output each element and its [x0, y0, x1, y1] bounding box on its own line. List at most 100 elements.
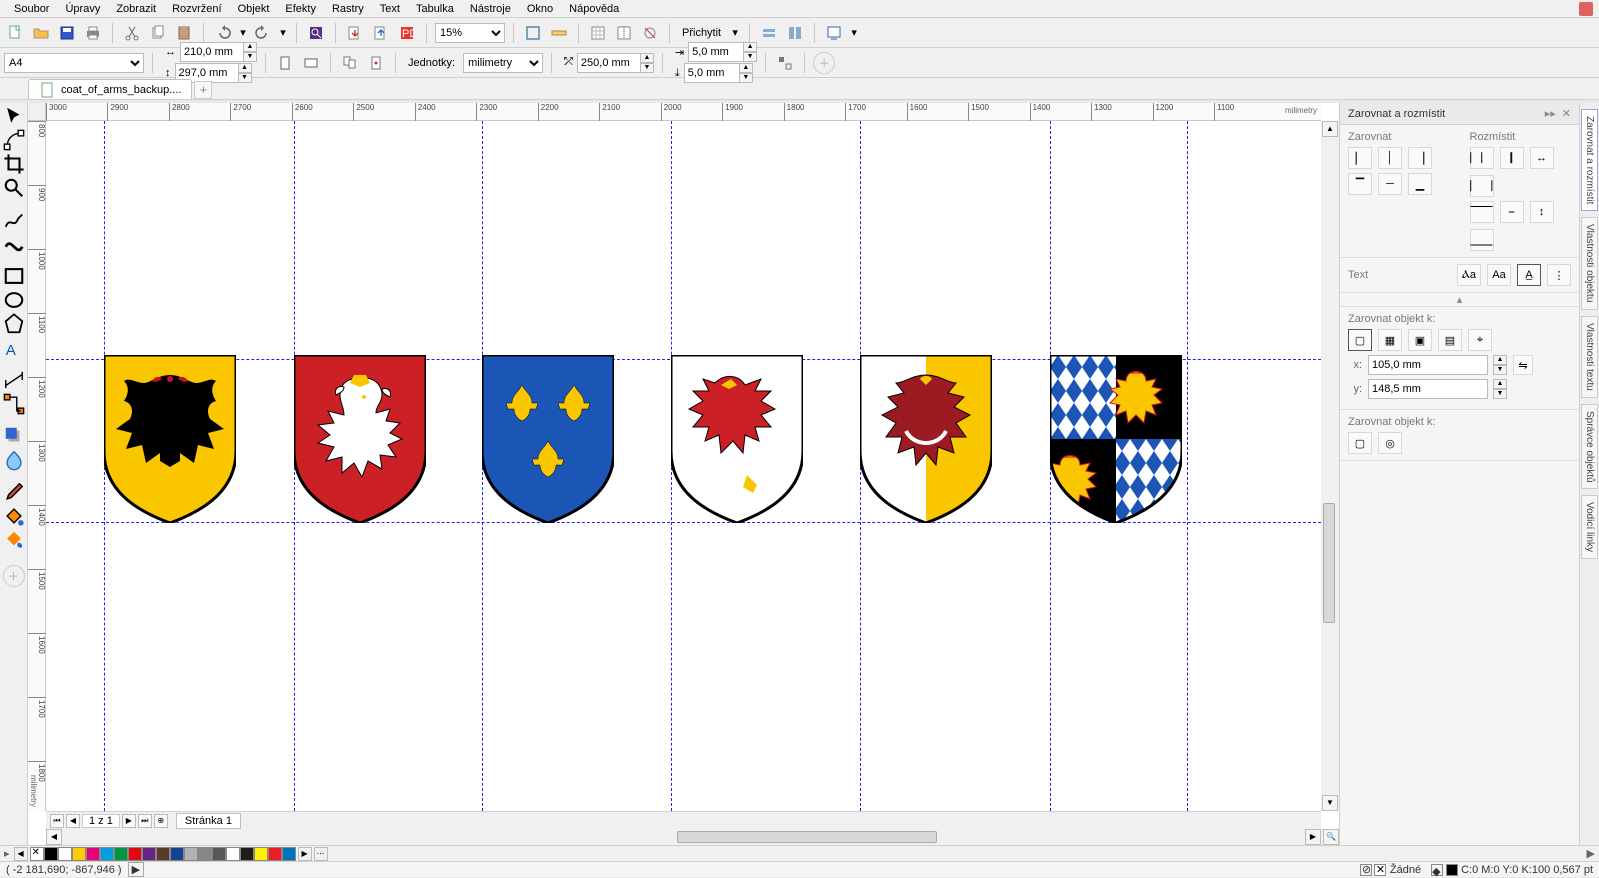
side-tab[interactable]: Vlastnosti objektu [1581, 217, 1598, 309]
align-x-input[interactable] [1368, 355, 1488, 375]
freehand-tool[interactable] [3, 209, 25, 231]
zoom-combo[interactable]: 15% [435, 23, 505, 43]
orient-portrait-button[interactable] [274, 52, 296, 74]
search-content-button[interactable] [305, 22, 327, 44]
ruler-vertical[interactable]: milimetry 800900100011001200130014001500… [28, 121, 46, 811]
shape-tool[interactable] [3, 129, 25, 151]
treat-as-filled-button[interactable] [774, 52, 796, 74]
palette-flyout[interactable]: ⋯ [314, 847, 328, 861]
outline-to-outline-button[interactable]: ◎ [1378, 432, 1402, 454]
page-tab[interactable]: Stránka 1 [176, 813, 241, 829]
undo-menu-button[interactable]: ▾ [238, 22, 248, 44]
launch-menu-button[interactable]: ▾ [849, 22, 859, 44]
palette-next[interactable]: ▶ [298, 847, 312, 861]
align-to-point-button[interactable]: ⌖ [1468, 329, 1492, 351]
horizontal-scrollbar[interactable]: ◀ ▶ 🔍 [46, 829, 1339, 845]
smart-fill-tool[interactable] [3, 529, 25, 551]
panel-collapse-toggle[interactable]: ▴ [1340, 293, 1579, 307]
align-bottom-button[interactable]: ▁ [1408, 173, 1432, 195]
status-play-icon[interactable]: ▶ [128, 862, 144, 877]
shield-double-eagle[interactable] [104, 355, 236, 523]
shield-fleur-de-lis[interactable] [482, 355, 614, 523]
undo-button[interactable] [212, 22, 234, 44]
dup-x-input[interactable] [688, 42, 744, 62]
color-swatch[interactable] [58, 847, 72, 861]
text-first-line-button[interactable]: Aa [1487, 264, 1511, 286]
shield-split-eagle[interactable] [860, 355, 992, 523]
menu-text[interactable]: Text [372, 2, 408, 16]
palette-prev[interactable]: ◀ [14, 847, 28, 861]
cut-button[interactable] [121, 22, 143, 44]
ruler-horizontal[interactable]: milimetry 300029002800270026002500240023… [46, 103, 1321, 121]
dist-center-h-button[interactable]: ⎹⎸ [1500, 147, 1524, 169]
dist-center-v-button[interactable]: ⎯ [1500, 201, 1524, 223]
redo-button[interactable] [252, 22, 274, 44]
page-add[interactable]: ⊕ [154, 814, 168, 828]
lock-xy-button[interactable]: ⇋ [1513, 355, 1533, 375]
menu-nastroje[interactable]: Nástroje [462, 2, 519, 16]
transparency-tool[interactable] [3, 449, 25, 471]
menu-tabulka[interactable]: Tabulka [408, 2, 462, 16]
color-swatch[interactable] [282, 847, 296, 861]
document-tab[interactable]: coat_of_arms_backup.... [28, 79, 192, 99]
orient-landscape-button[interactable] [300, 52, 322, 74]
page-size-combo[interactable]: A4 [4, 53, 144, 73]
menu-efekty[interactable]: Efekty [277, 2, 324, 16]
page-last[interactable]: ⏭ [138, 814, 152, 828]
docker-close-icon[interactable]: ✕ [1562, 107, 1571, 120]
align-left-button[interactable]: ▏ [1348, 147, 1372, 169]
copy-button[interactable] [147, 22, 169, 44]
ruler-origin[interactable] [28, 103, 46, 121]
add-preset-button[interactable]: ＋ [813, 52, 835, 74]
text-baseline-button[interactable]: Ⲁa [1457, 264, 1481, 286]
text-tool[interactable]: A [3, 337, 25, 359]
polygon-tool[interactable] [3, 313, 25, 335]
show-grid-button[interactable] [587, 22, 609, 44]
new-tab-button[interactable]: + [194, 81, 212, 99]
color-swatch[interactable] [184, 847, 198, 861]
snap-menu-button[interactable]: ▾ [729, 22, 741, 44]
zoom-tool[interactable] [3, 177, 25, 199]
color-swatch[interactable] [86, 847, 100, 861]
zoom-out-button[interactable]: 🔍 [1323, 829, 1339, 845]
options-button[interactable] [758, 22, 780, 44]
menu-okno[interactable]: Okno [519, 2, 561, 16]
user-account-icon[interactable] [1579, 2, 1593, 16]
menu-napoveda[interactable]: Nápověda [561, 2, 627, 16]
menu-objekt[interactable]: Objekt [230, 2, 278, 16]
rectangle-tool[interactable] [3, 265, 25, 287]
menu-zobrazit[interactable]: Zobrazit [108, 2, 164, 16]
color-swatch[interactable] [100, 847, 114, 861]
color-swatch[interactable] [44, 847, 58, 861]
text-outline-button[interactable]: ⋮ [1547, 264, 1571, 286]
page-next[interactable]: ▶ [122, 814, 136, 828]
import-button[interactable] [344, 22, 366, 44]
color-swatch[interactable] [198, 847, 212, 861]
guide-vertical[interactable] [1187, 121, 1188, 811]
drop-shadow-tool[interactable] [3, 425, 25, 447]
text-bbox-button[interactable]: A̲ [1517, 264, 1541, 286]
vscroll-down[interactable]: ▼ [1322, 795, 1338, 811]
color-swatch[interactable] [114, 847, 128, 861]
color-swatch[interactable] [226, 847, 240, 861]
dist-top-button[interactable]: ⎺⎺ [1470, 201, 1494, 223]
align-top-button[interactable]: ▔ [1348, 173, 1372, 195]
color-swatch[interactable] [142, 847, 156, 861]
docker-collapse-icon[interactable]: ▸▸ [1545, 107, 1556, 120]
units-combo[interactable]: milimetry [463, 53, 543, 73]
paste-button[interactable] [173, 22, 195, 44]
artistic-media-tool[interactable] [3, 233, 25, 255]
all-pages-button[interactable] [339, 52, 361, 74]
color-swatch[interactable] [128, 847, 142, 861]
vscroll-up[interactable]: ▲ [1322, 121, 1338, 137]
dist-bottom-button[interactable]: ⎽⎽ [1470, 229, 1494, 251]
print-button[interactable] [82, 22, 104, 44]
shield-quartered[interactable] [1050, 355, 1182, 523]
dist-spacing-h-button[interactable]: ↔ [1530, 147, 1554, 169]
open-button[interactable] [30, 22, 52, 44]
align-center-v-button[interactable]: ─ [1378, 173, 1402, 195]
parallel-dim-tool[interactable] [3, 369, 25, 391]
menu-upravy[interactable]: Úpravy [57, 2, 108, 16]
color-swatch[interactable] [240, 847, 254, 861]
shield-griffin[interactable] [671, 355, 803, 523]
